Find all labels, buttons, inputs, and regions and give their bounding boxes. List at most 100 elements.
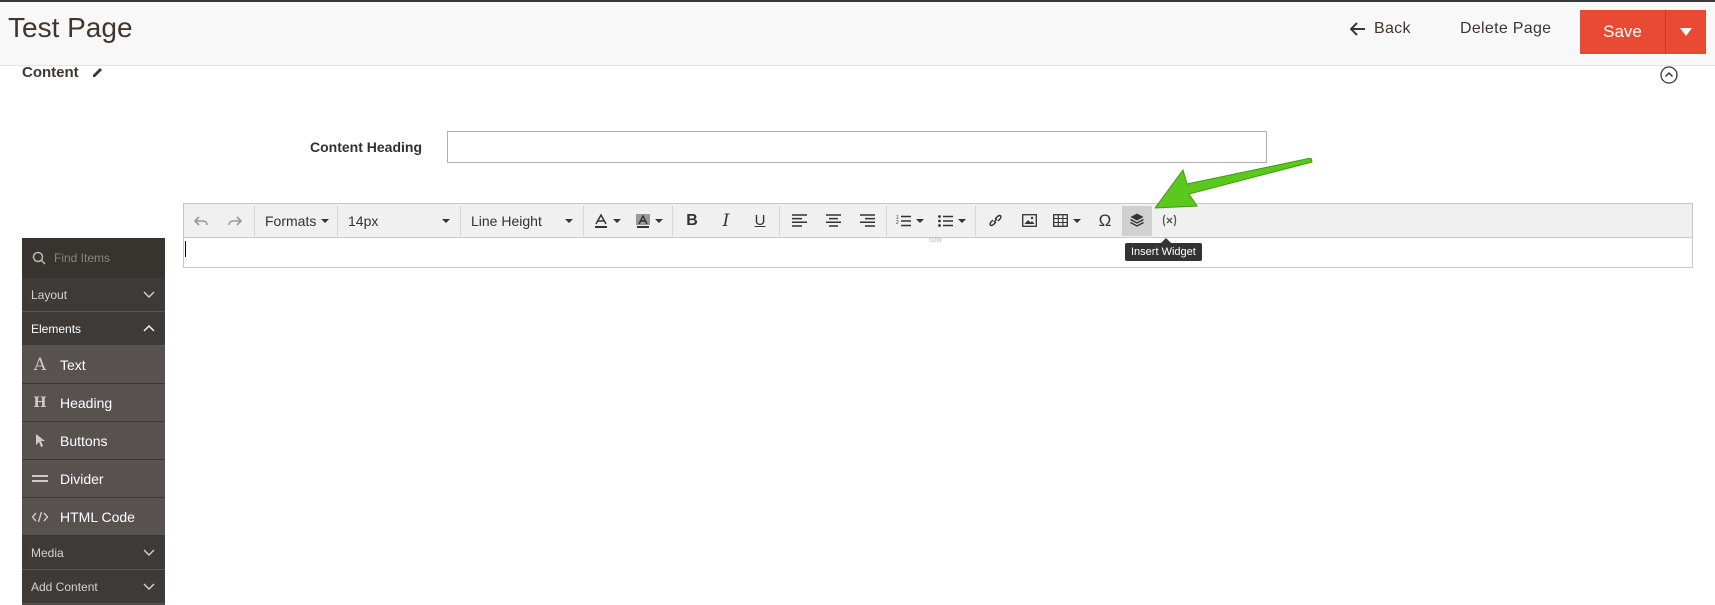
content-section-header[interactable]: Content	[22, 64, 104, 81]
svg-text:2: 2	[896, 220, 899, 226]
heading-h-icon: H	[33, 394, 47, 411]
align-right-icon	[859, 214, 875, 227]
align-center-button[interactable]	[816, 206, 850, 236]
bullet-list-button[interactable]	[931, 206, 973, 236]
editor-toolbar: Formats 14px Line Height B I U 1 2 Ω	[184, 204, 1692, 238]
wysiwyg-editor: Formats 14px Line Height B I U 1 2 Ω row	[183, 203, 1693, 268]
bold-icon: B	[686, 211, 698, 229]
annotation-arrow-icon	[1155, 158, 1313, 209]
special-character-button[interactable]: Ω	[1088, 206, 1122, 236]
chevron-down-icon	[1680, 28, 1692, 36]
bullet-list-icon	[938, 214, 953, 227]
panel-group-label: Elements	[31, 321, 82, 336]
formats-dropdown[interactable]: Formats	[257, 206, 335, 236]
panel-group-media[interactable]: Media	[22, 536, 165, 570]
align-left-icon	[791, 214, 807, 227]
panel-item-label: Heading	[60, 394, 113, 411]
back-label: Back	[1374, 20, 1411, 37]
caret-down-icon	[654, 218, 663, 223]
panel-item-heading[interactable]: H Heading	[22, 384, 165, 422]
chevron-down-icon	[143, 291, 155, 298]
toolbar-separator	[460, 205, 461, 236]
italic-icon: I	[722, 210, 730, 231]
redo-icon	[228, 215, 242, 226]
page-title: Test Page	[8, 12, 133, 43]
formats-label: Formats	[265, 212, 317, 229]
insert-widget-button[interactable]	[1122, 205, 1152, 236]
insert-widget-tooltip: Insert Widget	[1125, 238, 1202, 261]
caret-down-icon	[958, 218, 966, 223]
row-label: row	[929, 235, 942, 244]
caret-down-icon	[442, 218, 450, 223]
panel-group-label: Add Content	[31, 579, 98, 594]
omega-icon: Ω	[1098, 210, 1112, 230]
underline-button[interactable]: U	[743, 206, 777, 236]
table-icon	[1053, 214, 1068, 227]
text-color-button[interactable]	[586, 206, 628, 236]
find-items-input[interactable]	[54, 251, 149, 265]
widget-cube-icon	[1130, 213, 1144, 227]
chevron-up-icon	[143, 325, 155, 332]
line-height-dropdown[interactable]: Line Height	[463, 206, 581, 236]
panel-item-label: Text	[60, 356, 86, 373]
content-heading-label: Content Heading	[310, 139, 422, 155]
collapse-section-icon[interactable]	[1660, 66, 1678, 84]
save-options-button[interactable]	[1666, 10, 1706, 54]
underline-icon: U	[754, 212, 766, 229]
font-size-dropdown[interactable]: 14px	[340, 206, 458, 236]
panel-group-label: Layout	[31, 287, 68, 302]
align-right-button[interactable]	[850, 206, 884, 236]
pencil-icon[interactable]	[91, 66, 104, 79]
numbered-list-button[interactable]: 12	[889, 206, 931, 236]
link-icon	[988, 214, 1002, 227]
section-title: Content	[22, 64, 79, 81]
chevron-down-icon	[143, 583, 155, 590]
line-height-label: Line Height	[471, 212, 542, 229]
bold-button[interactable]: B	[675, 206, 709, 236]
panel-item-label: Divider	[60, 470, 104, 487]
panel-group-elements[interactable]: Elements	[22, 312, 165, 346]
toolbar-separator	[975, 205, 976, 236]
undo-icon	[194, 215, 208, 226]
panel-item-divider[interactable]: Divider	[22, 460, 165, 498]
cursor-icon	[32, 433, 48, 448]
save-button[interactable]: Save	[1580, 10, 1666, 54]
background-color-button[interactable]	[628, 206, 670, 236]
text-cursor	[185, 241, 186, 257]
toolbar-separator	[672, 205, 673, 236]
arrow-left-icon	[1350, 22, 1365, 36]
page-builder-panel: Layout Elements A Text H Heading Buttons…	[22, 238, 165, 605]
toolbar-separator	[254, 205, 255, 236]
caret-down-icon	[612, 218, 621, 223]
delete-page-label: Delete Page	[1460, 20, 1552, 37]
panel-group-add-content[interactable]: Add Content	[22, 570, 165, 604]
toolbar-separator	[886, 205, 887, 236]
panel-group-label: Media	[31, 545, 64, 560]
panel-item-text[interactable]: A Text	[22, 346, 165, 384]
caret-down-icon	[565, 218, 573, 223]
insert-table-button[interactable]	[1046, 206, 1088, 236]
insert-image-button[interactable]	[1012, 206, 1046, 236]
save-split-button: Save	[1580, 10, 1706, 54]
page-header: Test Page Back Delete Page Save	[0, 0, 1715, 66]
redo-button[interactable]	[218, 206, 252, 236]
panel-item-html-code[interactable]: HTML Code	[22, 498, 165, 536]
text-color-icon	[594, 213, 607, 228]
panel-item-buttons[interactable]: Buttons	[22, 422, 165, 460]
toolbar-separator	[779, 205, 780, 236]
panel-item-label: HTML Code	[60, 508, 135, 525]
align-center-icon	[825, 214, 841, 227]
editor-content-area[interactable]: row	[184, 235, 1692, 267]
toolbar-separator	[583, 205, 584, 236]
content-heading-input[interactable]	[447, 131, 1267, 163]
align-left-button[interactable]	[782, 206, 816, 236]
back-button[interactable]: Back	[1350, 20, 1411, 38]
caret-down-icon	[321, 218, 330, 223]
italic-button[interactable]: I	[709, 206, 743, 236]
image-icon	[1021, 214, 1037, 227]
search-icon	[32, 251, 46, 265]
panel-group-layout[interactable]: Layout	[22, 278, 165, 312]
delete-page-button[interactable]: Delete Page	[1460, 20, 1551, 38]
undo-button[interactable]	[184, 206, 218, 236]
insert-link-button[interactable]	[978, 206, 1012, 236]
